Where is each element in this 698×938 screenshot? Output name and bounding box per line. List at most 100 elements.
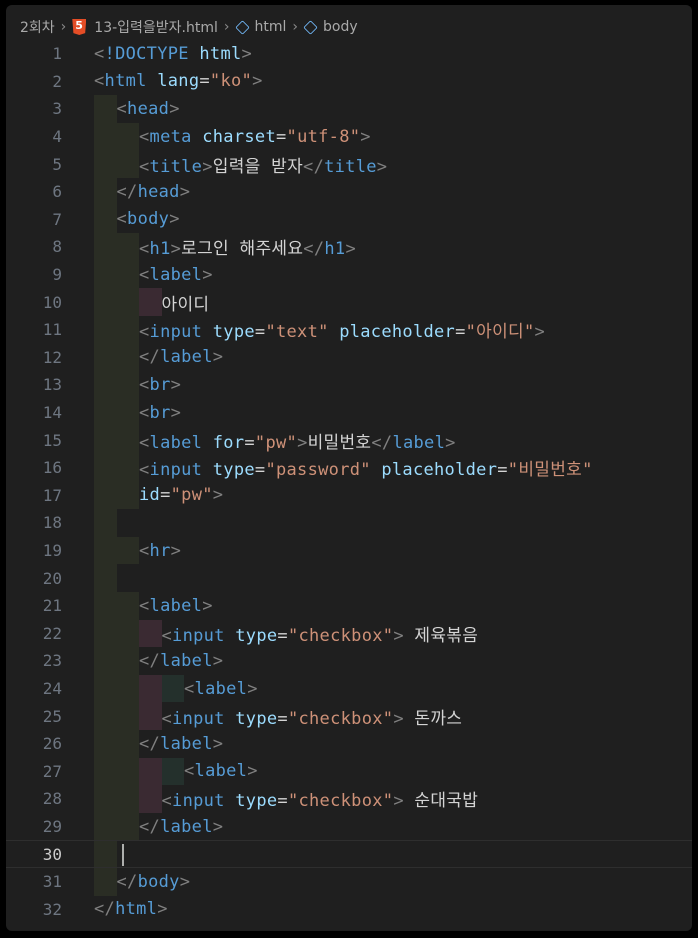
- code-line[interactable]: 4 <meta charset="utf-8">: [6, 122, 692, 151]
- code-text: <label for="pw">비밀번호</label>: [139, 428, 456, 453]
- code-token: >: [297, 432, 308, 453]
- breadcrumb-body[interactable]: body: [323, 19, 358, 35]
- code-line[interactable]: 1 <!DOCTYPE html>: [6, 40, 692, 68]
- indent-guide: [94, 150, 117, 178]
- code-token: >: [360, 126, 371, 147]
- code-line[interactable]: 18: [6, 509, 692, 537]
- indent-guide: [94, 509, 117, 537]
- code-line[interactable]: 30: [6, 840, 692, 868]
- code-token: </: [116, 181, 138, 202]
- code-line[interactable]: 19 <hr>: [6, 536, 692, 565]
- code-text: </label>: [139, 734, 223, 754]
- indent-guide: [116, 371, 139, 399]
- code-text: <head>: [117, 99, 180, 119]
- code-token: <: [139, 460, 150, 481]
- indent-guide: [94, 481, 117, 510]
- code-token: =: [254, 322, 266, 343]
- indent-guide: [116, 122, 139, 151]
- indent-guide: [161, 674, 184, 703]
- code-token: >: [393, 625, 404, 646]
- line-number: 30: [42, 844, 62, 864]
- code-line[interactable]: 6 </head>: [6, 178, 692, 206]
- code-token: >: [170, 239, 182, 260]
- code-token: =: [277, 708, 288, 729]
- code-token: =: [254, 460, 266, 481]
- code-line[interactable]: 5 <title>입력을 받자</title>: [6, 150, 692, 178]
- code-line[interactable]: 17 id="pw">: [6, 481, 692, 510]
- line-number: 32: [42, 899, 62, 919]
- line-number: 7: [52, 209, 62, 229]
- indent-guide: [116, 454, 139, 482]
- code-line[interactable]: 22 <input type="checkbox"> 제육볶음: [6, 619, 692, 648]
- code-token: hr: [149, 540, 171, 561]
- breadcrumb-file[interactable]: 13-입력을받자.html: [94, 17, 218, 37]
- code-text: </label>: [139, 347, 223, 367]
- code-line[interactable]: 3 <head>: [6, 95, 692, 123]
- code-token: label: [149, 595, 203, 616]
- code-token: >: [252, 71, 263, 92]
- code-line[interactable]: 15 <label for="pw">비밀번호</label>: [6, 426, 692, 454]
- breadcrumb-html[interactable]: html: [255, 19, 287, 35]
- code-token: "password": [265, 460, 382, 481]
- code-token: h1: [324, 239, 346, 260]
- code-line[interactable]: 10 아이디: [6, 288, 692, 316]
- code-line[interactable]: 11 <input type="text" placeholder="아이디">: [6, 316, 692, 344]
- code-line[interactable]: 2 <html lang="ko">: [6, 68, 692, 96]
- code-text: </html>: [94, 899, 168, 919]
- code-line[interactable]: 7 <body>: [6, 205, 692, 234]
- code-line[interactable]: 26 </label>: [6, 730, 692, 758]
- code-token: =: [497, 460, 508, 481]
- indent-guide: [94, 454, 117, 482]
- code-line[interactable]: 9 <label>: [6, 260, 692, 289]
- code-line[interactable]: 23 </label>: [6, 647, 692, 675]
- code-line[interactable]: 29 </label>: [6, 812, 692, 841]
- code-line[interactable]: 31 </body>: [6, 868, 692, 896]
- code-line[interactable]: 28 <input type="checkbox"> 순대국밥: [6, 785, 692, 813]
- indent-guide: [116, 592, 139, 620]
- line-number: 4: [52, 127, 62, 147]
- code-token: <: [139, 126, 150, 147]
- breadcrumb-folder[interactable]: 2회차: [20, 17, 55, 37]
- code-line[interactable]: 21 <label>: [6, 592, 692, 620]
- code-line[interactable]: 24 <label>: [6, 674, 692, 703]
- code-line[interactable]: 16 <input type="password" placeholder="비밀…: [6, 454, 692, 482]
- line-number: 22: [42, 623, 62, 643]
- indent-guide: [116, 398, 139, 427]
- line-number: 24: [42, 679, 62, 699]
- line-number: 2: [52, 71, 62, 91]
- code-token: </: [94, 899, 116, 920]
- code-line[interactable]: 8 <h1>로그인 해주세요</h1>: [6, 233, 692, 261]
- indent-guide: [116, 702, 139, 730]
- indent-guide: [94, 233, 117, 261]
- code-token: <: [161, 791, 173, 812]
- code-token: label: [149, 264, 203, 285]
- code-token: label: [160, 733, 213, 754]
- indent-guide: [94, 371, 117, 399]
- code-token: body: [127, 209, 170, 230]
- code-line[interactable]: 25 <input type="checkbox"> 돈까스: [6, 702, 692, 730]
- code-line[interactable]: 12 </label>: [6, 343, 692, 372]
- code-line[interactable]: 27 <label>: [6, 757, 692, 786]
- code-token: >: [212, 485, 224, 506]
- code-token: 아이디: [161, 294, 210, 315]
- code-line[interactable]: 13 <br>: [6, 371, 692, 399]
- code-token: label: [160, 347, 213, 368]
- code-line[interactable]: 14 <br>: [6, 398, 692, 427]
- code-text: <input type="password" placeholder="비밀번호…: [139, 455, 593, 480]
- indent-guide: [116, 674, 139, 703]
- code-token: id: [139, 485, 161, 506]
- code-token: charset: [202, 126, 276, 147]
- code-token: >: [179, 871, 191, 892]
- code-token: label: [194, 761, 248, 782]
- indent-guide: [116, 150, 139, 178]
- line-number: 3: [52, 99, 62, 119]
- code-line[interactable]: 20: [6, 564, 692, 592]
- code-text: </head>: [117, 182, 191, 202]
- code-text: <label>: [139, 265, 213, 285]
- code-text: <html lang="ko">: [94, 71, 263, 91]
- code-token: "pw": [254, 432, 298, 453]
- code-line[interactable]: 32 </html>: [6, 896, 692, 924]
- code-token: </: [303, 239, 325, 260]
- code-token: head: [127, 98, 170, 119]
- indent-guide: [94, 674, 117, 703]
